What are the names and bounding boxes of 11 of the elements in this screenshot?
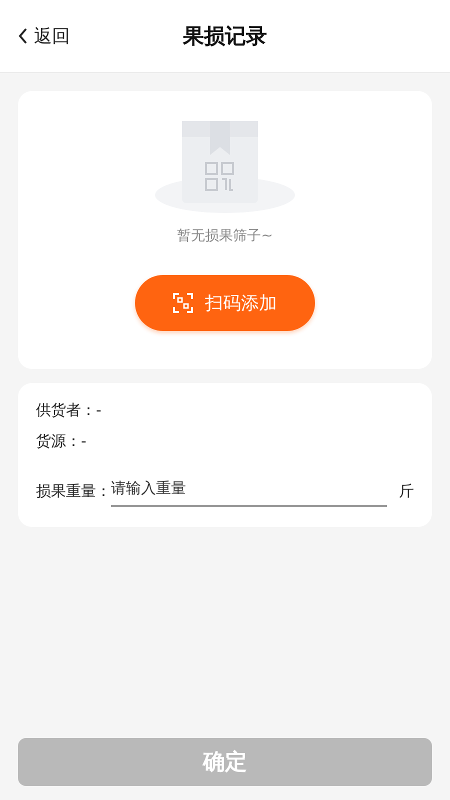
scan-icon (173, 293, 193, 313)
page-title: 果损记录 (183, 24, 267, 48)
info-text: 供货者：- (36, 401, 102, 419)
scan-add-button[interactable]: 扫码添加 (135, 275, 315, 331)
back-button[interactable]: 返回 (14, 20, 74, 52)
empty-message: 暂无损果筛子~ (177, 227, 273, 245)
weight-input[interactable]: 请输入重量 (111, 475, 387, 507)
info-text: 货源：- (36, 432, 86, 450)
back-icon (18, 28, 28, 44)
weight-label: 损果重量： (36, 482, 111, 500)
unit-label: 斤 (399, 482, 414, 500)
